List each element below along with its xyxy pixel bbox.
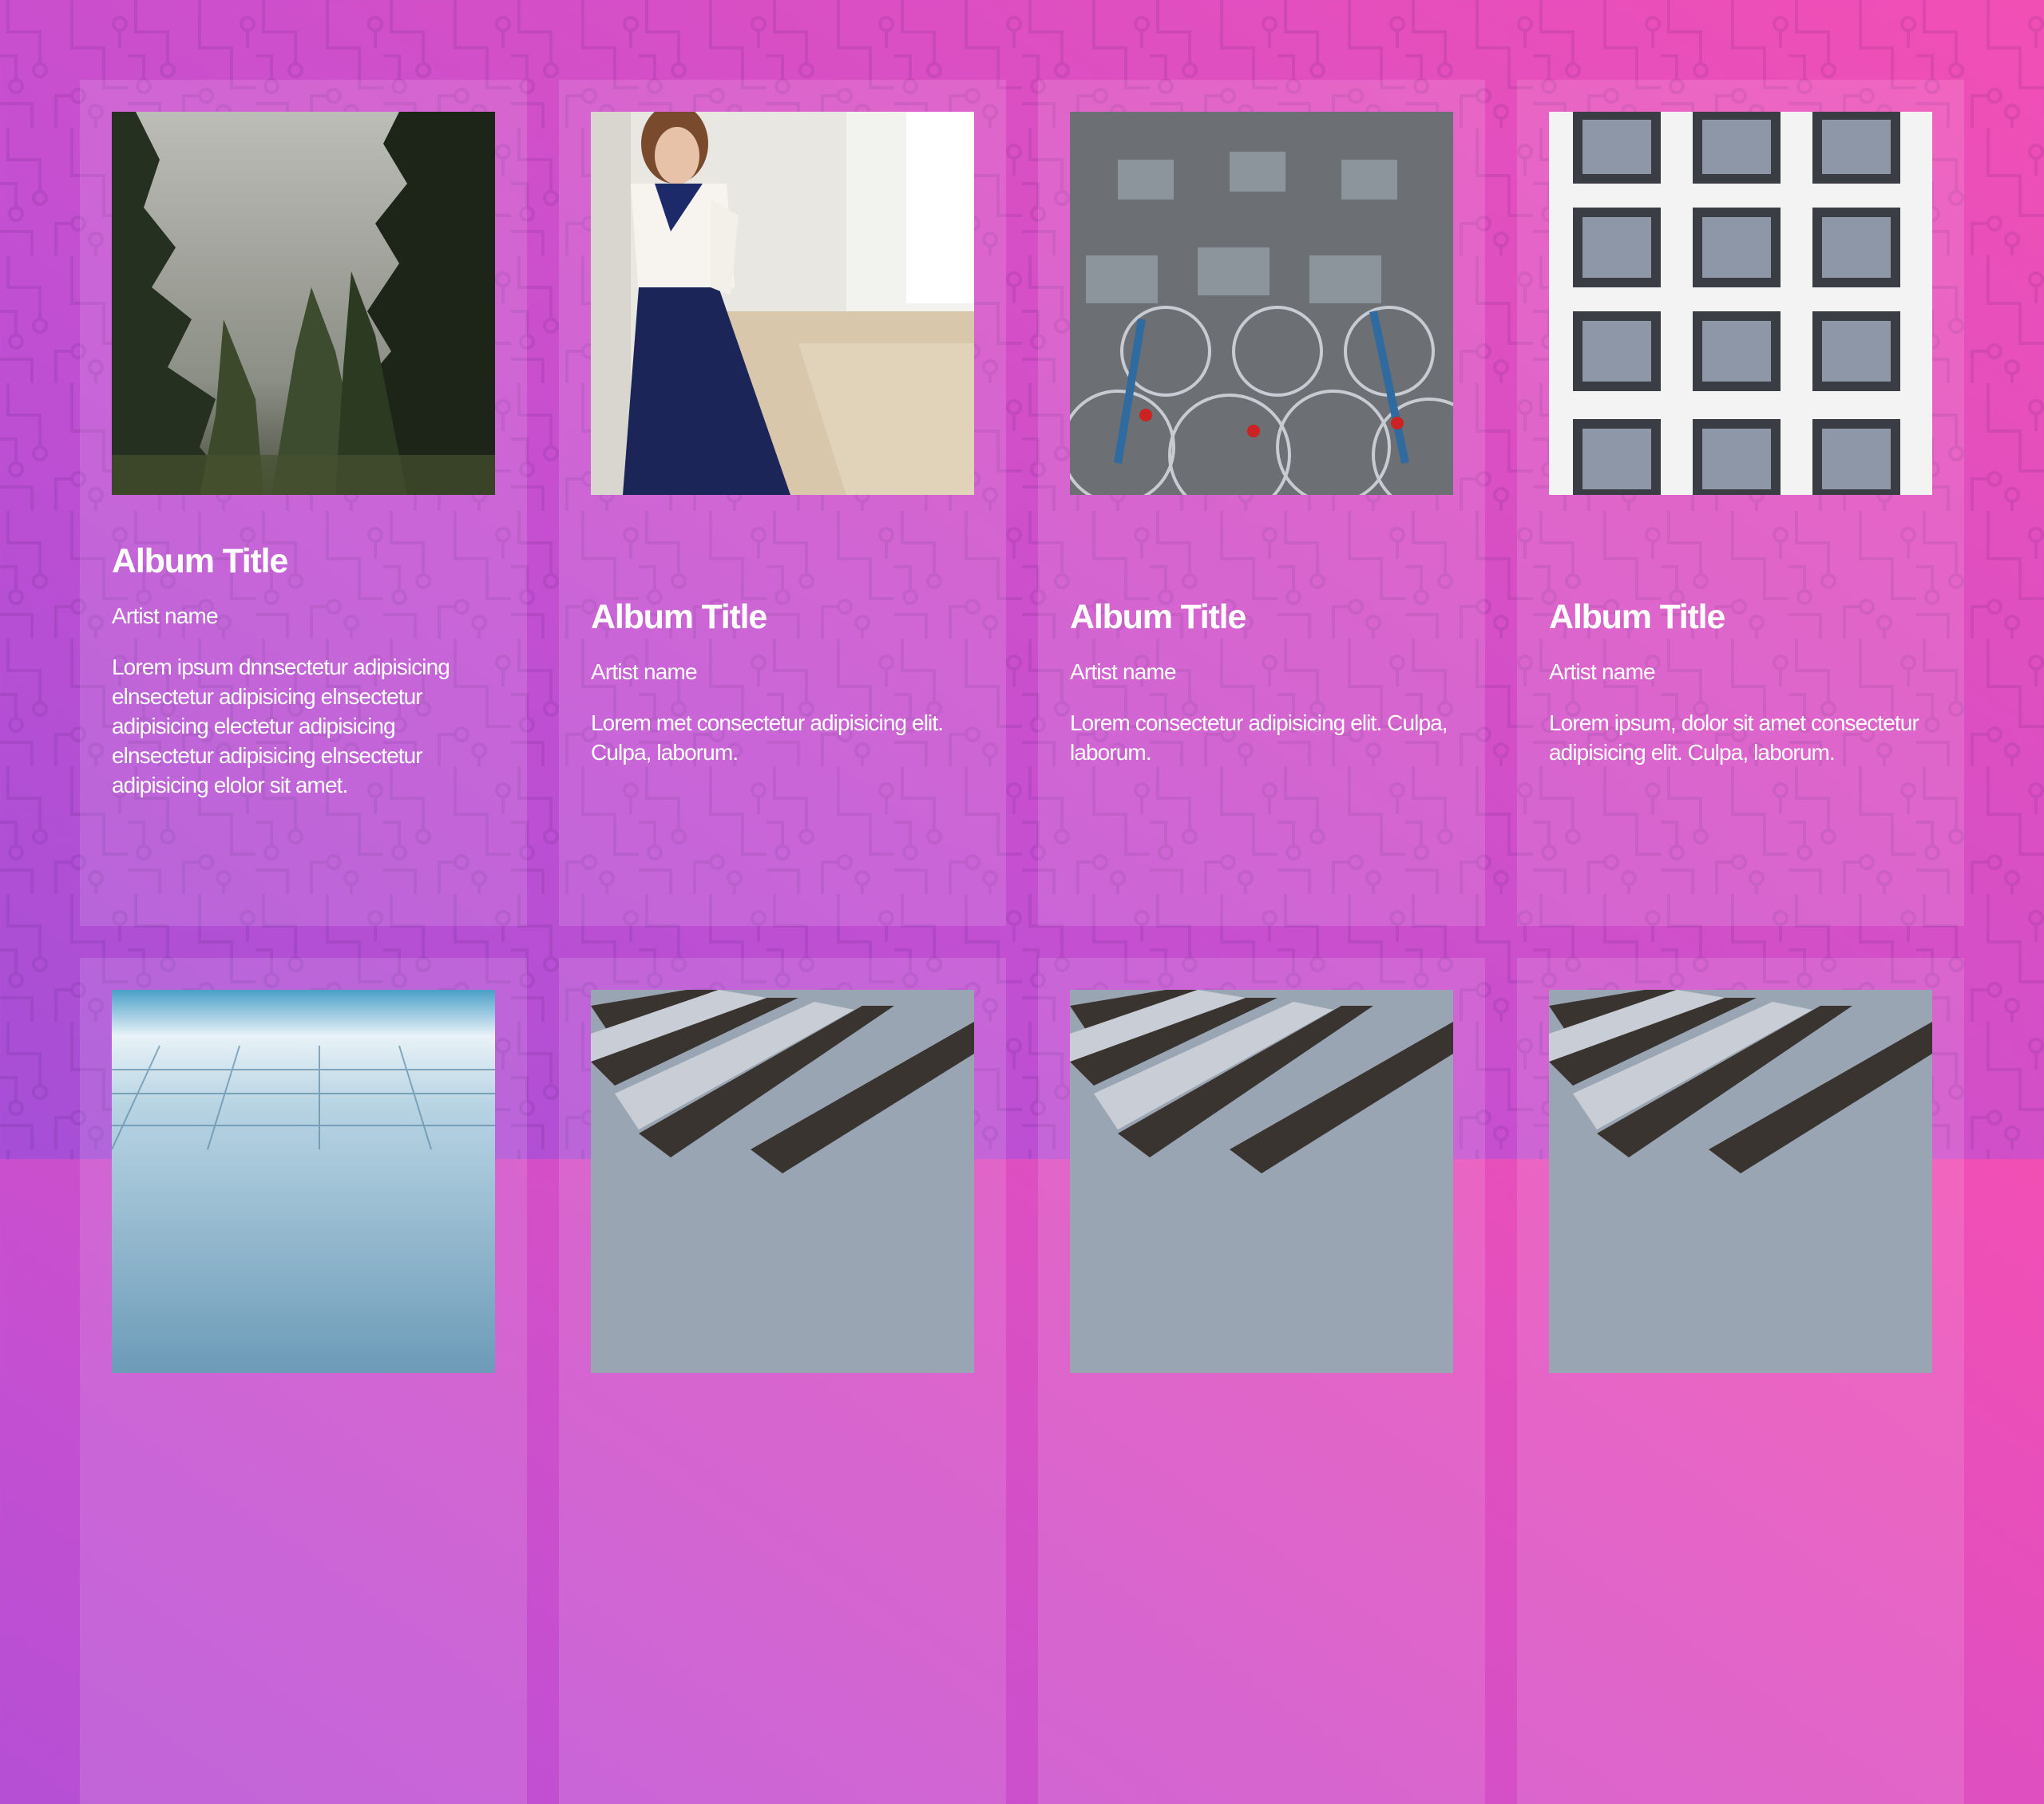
album-card[interactable]: Album Title Artist name Lorem ipsum dnns…	[80, 80, 527, 926]
album-description: Lorem ipsum dnnsectetur adipisicing elns…	[112, 654, 450, 797]
album-card[interactable]: Album Title Artist name Lorem ipsum, dol…	[1517, 80, 1964, 926]
album-card[interactable]	[559, 958, 1006, 1804]
album-cover-image[interactable]	[591, 112, 974, 495]
album-title: Album Title	[1070, 598, 1246, 636]
album-cover-image[interactable]	[1549, 990, 1932, 1373]
artist-name: Artist name	[1070, 659, 1177, 685]
album-cover-image[interactable]	[1549, 112, 1932, 495]
album-description: Lorem met consectetur adipisicing elit. …	[591, 710, 944, 765]
album-grid: Album Title Artist name Lorem ipsum dnns…	[80, 80, 1964, 1804]
album-cover-image[interactable]	[1070, 990, 1453, 1373]
album-title: Album Title	[1549, 598, 1725, 636]
artist-name: Artist name	[591, 659, 698, 685]
album-title: Album Title	[591, 598, 767, 636]
album-card[interactable]: Album Title Artist name Lorem met consec…	[559, 80, 1006, 926]
album-title: Album Title	[112, 542, 288, 580]
album-cover-image[interactable]	[1070, 112, 1453, 495]
album-card[interactable]	[1517, 958, 1964, 1804]
album-cover-image[interactable]	[591, 990, 974, 1373]
album-description: Lorem ipsum, dolor sit amet consectetur …	[1549, 710, 1919, 765]
album-description: Lorem consectetur adipisicing elit. Culp…	[1070, 710, 1448, 765]
artist-name: Artist name	[1549, 659, 1656, 685]
album-card[interactable]	[80, 958, 527, 1804]
album-cover-image[interactable]	[112, 112, 495, 495]
album-card[interactable]: Album Title Artist name Lorem consectetu…	[1038, 80, 1485, 926]
artist-name: Artist name	[112, 603, 219, 629]
album-cover-image[interactable]	[112, 990, 495, 1373]
album-card[interactable]	[1038, 958, 1485, 1804]
